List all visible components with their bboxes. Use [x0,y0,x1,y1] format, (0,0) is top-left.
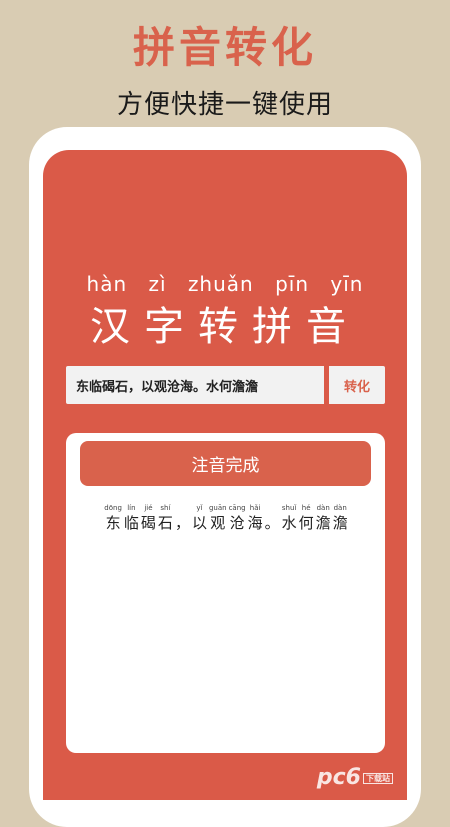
status-bar: 注音完成 [80,441,371,486]
annotated-char: lín 临 [124,503,139,532]
pinyin-label: guān [208,504,227,512]
annotated-char: hé 何 [299,503,314,532]
hero-title: 汉字转拼音 [90,304,360,350]
promo-title: 拼音转化 [132,23,317,72]
pinyin-label: shí [160,504,171,512]
promo-subtitle: 方便快捷一键使用 [116,90,333,120]
annotated-char: ， [175,503,190,532]
pinyin-label: yǐ [196,504,203,512]
pinyin-label: hé [301,504,311,512]
hanzi-char: 沧 [229,514,245,532]
pinyin-label: lín [127,504,136,512]
annotated-char: dōng 东 [104,503,122,532]
pinyin-label: dàn [333,504,347,512]
hanzi-char: 水 [281,514,297,532]
result-card: 注音完成 dōng 东 lín 临 jié 碣 shí 石， yǐ 以 guān 观 cāng 沧 hǎi 海… [66,433,385,753]
hanzi-char: 。 [264,514,280,532]
pinyin-label: shuǐ [281,504,297,512]
hanzi-char: 东 [105,514,121,532]
annotated-char: yǐ 以 [192,503,207,532]
pinyin-label: hǎi [249,504,261,512]
hanzi-char: ， [174,514,190,532]
annotated-char: hǎi 海 [248,503,263,532]
hanzi-input[interactable] [66,366,324,404]
pinyin-label: dàn [316,504,330,512]
hanzi-char: 观 [210,514,226,532]
hanzi-char: 以 [191,514,207,532]
hero-pinyin-syllable: zhuǎn [187,272,254,296]
hero-pinyin-syllable: pīn [275,272,310,296]
hanzi-char: 海 [247,514,263,532]
annotated-char: jié 碣 [141,503,156,532]
annotated-char: 。 [265,503,280,532]
app-screen: hàn zì zhuǎn pīn yīn 汉字转拼音 转化 注音完成 dōng 东… [43,150,407,800]
hero-pinyin: hàn zì zhuǎn pīn yīn [43,272,407,296]
hanzi-char: 澹 [332,514,348,532]
hanzi-char: 澹 [315,514,331,532]
hanzi-char: 临 [123,514,139,532]
annotated-char: guān 观 [209,503,227,532]
hero-pinyin-syllable: hàn [86,272,128,296]
pinyin-label: dōng [104,504,122,512]
hero-pinyin-syllable: zì [148,272,167,296]
pinyin-label: cāng [228,504,246,512]
input-row: 转化 [66,366,385,404]
watermark-logo: pc6 下载站 [317,765,393,790]
annotated-text: dōng 东 lín 临 jié 碣 shí 石， yǐ 以 guān 观 cāng 沧 hǎi 海。 shuǐ… [91,503,361,532]
pinyin-label: jié [144,504,153,512]
annotated-char: shuǐ 水 [282,503,297,532]
annotated-char: shí 石 [158,503,173,532]
hero-pinyin-syllable: yīn [330,272,364,296]
hanzi-char: 碣 [140,514,156,532]
pinyin-label [175,503,190,514]
annotated-char: dàn 澹 [316,503,331,532]
hanzi-char: 何 [298,514,314,532]
annotated-char: cāng 沧 [229,503,246,532]
convert-button[interactable]: 转化 [329,366,385,404]
pinyin-label [265,503,280,514]
hanzi-char: 石 [157,514,173,532]
annotated-char: dàn 澹 [333,503,348,532]
